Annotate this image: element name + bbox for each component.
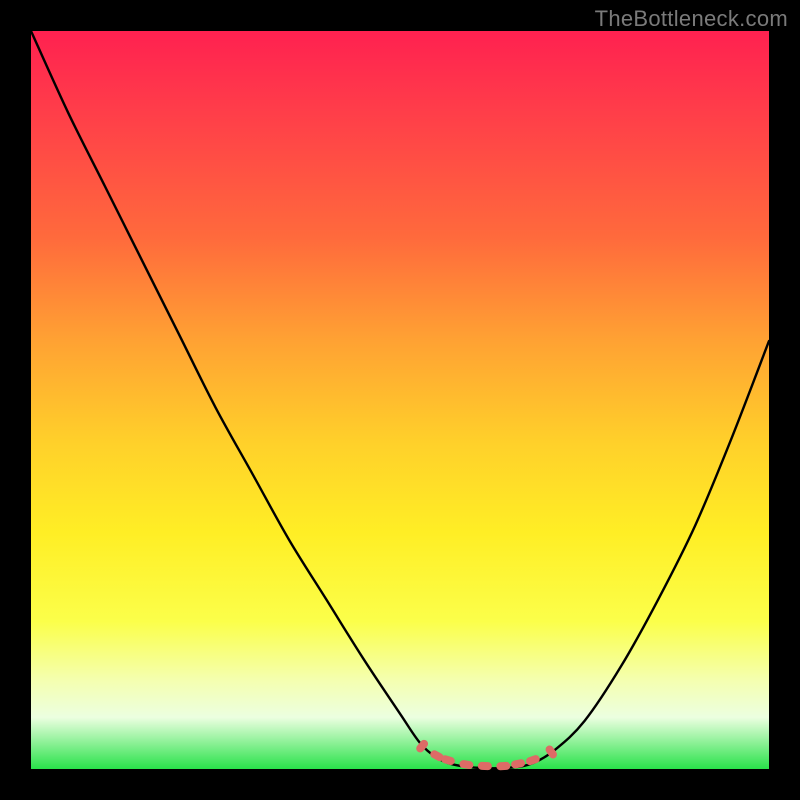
chart-svg [31, 31, 769, 769]
marker-pill [544, 744, 559, 760]
optimal-band-markers [415, 738, 559, 770]
marker-pill [478, 762, 492, 771]
plot-area [31, 31, 769, 769]
marker-pill [496, 762, 511, 771]
watermark-text: TheBottleneck.com [595, 6, 788, 32]
marker-pill [459, 760, 474, 770]
marker-pill [510, 759, 525, 770]
bottleneck-curve [31, 31, 769, 768]
chart-frame: TheBottleneck.com [0, 0, 800, 800]
